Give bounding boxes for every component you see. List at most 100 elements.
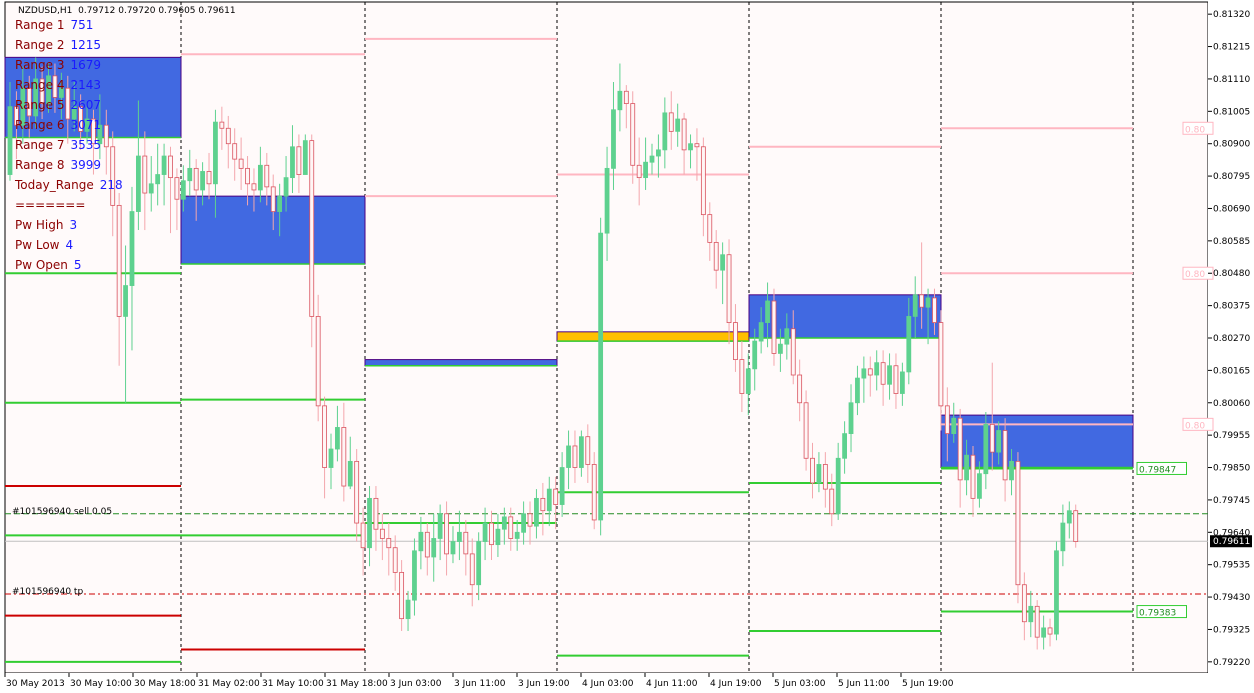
- info-label: Range 7: [15, 138, 65, 152]
- info-row-range-6: Range 6 3071: [15, 115, 123, 135]
- y-tick-label: 0.79850: [1213, 464, 1250, 474]
- candle-body: [598, 232, 604, 521]
- y-tick-label: 0.80270: [1213, 334, 1250, 344]
- candle-body: [392, 547, 398, 573]
- candle-body: [135, 155, 141, 212]
- x-tick-label: 31 May 18:00: [326, 679, 388, 689]
- candle: [598, 217, 604, 536]
- candle-body: [977, 473, 982, 499]
- candle-body: [700, 146, 706, 216]
- candle-body: [867, 368, 873, 376]
- candle-body: [187, 167, 193, 182]
- candle-body: [264, 164, 270, 188]
- x-tick-label: 30 May 2013: [6, 679, 65, 689]
- x-tick-label: 4 Jun 11:00: [646, 679, 698, 689]
- info-label: Range 3: [15, 58, 65, 72]
- candle-body: [893, 365, 899, 394]
- candle-body: [270, 186, 276, 212]
- candle-body: [835, 457, 841, 515]
- candle-body: [534, 497, 539, 527]
- candle-body: [989, 423, 995, 453]
- candle-body: [1021, 584, 1027, 623]
- info-label: Range 6: [15, 118, 65, 132]
- candle-body: [431, 538, 437, 558]
- candle-body: [707, 214, 713, 243]
- price-tag-text: 0.80: [1185, 421, 1205, 431]
- candle-body: [546, 488, 552, 512]
- candle-body: [932, 297, 937, 323]
- candle-body: [245, 167, 250, 185]
- info-label: Range 5: [15, 98, 65, 112]
- candle-body: [758, 322, 764, 342]
- candle-body: [822, 464, 828, 490]
- candle-body: [688, 143, 693, 151]
- candle-body: [784, 328, 790, 345]
- candle-body: [1015, 460, 1021, 586]
- info-value: 1215: [70, 38, 102, 52]
- x-tick-label: 3 Jun 11:00: [454, 679, 506, 689]
- take-profit-label[interactable]: #101596940 tp: [12, 587, 83, 597]
- candle-body: [964, 454, 969, 481]
- candle-body: [1060, 522, 1066, 552]
- x-tick-label: 5 Jun 03:00: [774, 679, 826, 689]
- info-label: Range 8: [15, 158, 65, 172]
- candle-body: [1066, 510, 1072, 524]
- candle-body: [489, 522, 494, 546]
- candle-body: [1002, 430, 1008, 481]
- info-value: 3999: [70, 158, 102, 172]
- info-value: 4: [65, 238, 74, 252]
- candle-body: [508, 516, 514, 539]
- info-value: 2607: [70, 98, 102, 112]
- candle-body: [168, 155, 173, 179]
- info-value: 5: [73, 258, 82, 272]
- candle-body: [829, 488, 835, 515]
- candle-body: [1047, 627, 1053, 635]
- candle-body: [861, 368, 867, 379]
- mt4-chart-window[interactable]: 0.80 0.80 0.80 0.79847 0.79383 0.81320 0.81215…: [0, 0, 1254, 693]
- candle-body: [463, 531, 469, 555]
- candle-body: [733, 322, 738, 360]
- sell-order-label[interactable]: #101596940 sell 0.05: [12, 507, 112, 517]
- candle: [309, 134, 315, 348]
- candle-body: [694, 143, 700, 148]
- candle-body: [874, 362, 880, 376]
- zone-box: [364, 359, 558, 367]
- candle-body: [347, 460, 353, 487]
- candle-body: [919, 294, 925, 308]
- y-tick-label: 0.79535: [1213, 561, 1250, 571]
- info-row-pw-low: Pw Low 4: [15, 235, 123, 255]
- candle: [803, 390, 809, 471]
- price-tag-text: 0.79847: [1139, 465, 1176, 475]
- price-chart[interactable]: 0.80 0.80 0.80 0.79847 0.79383 0.81320 0.81215…: [0, 0, 1254, 693]
- candle-body: [257, 164, 263, 191]
- candle-body: [495, 528, 501, 546]
- candle-body: [213, 121, 218, 185]
- candle-body: [726, 254, 732, 323]
- y-tick-label: 0.80060: [1213, 399, 1250, 409]
- candle-body: [148, 183, 154, 194]
- info-value: 3071: [70, 118, 102, 132]
- candle-body: [617, 90, 623, 111]
- candle-body: [630, 103, 636, 166]
- candle-body: [790, 328, 796, 376]
- candle-body: [675, 118, 681, 132]
- candle-body: [899, 371, 905, 394]
- candle-body: [206, 171, 212, 185]
- candle-body: [636, 164, 642, 179]
- candle-body: [379, 528, 385, 539]
- candle-body: [1041, 627, 1047, 638]
- candle-body: [848, 402, 854, 435]
- y-tick-label: 0.79430: [1213, 593, 1250, 603]
- candle-body: [386, 538, 392, 549]
- info-row-separator: =======: [15, 195, 123, 215]
- info-label: Range 4: [15, 78, 65, 92]
- candle-body: [296, 146, 302, 175]
- candle-body: [290, 146, 295, 179]
- info-row-range-5: Range 5 2607: [15, 95, 123, 115]
- candle-body: [572, 445, 578, 468]
- candle: [1015, 452, 1021, 604]
- candle-body: [803, 402, 809, 459]
- candle-body: [1009, 460, 1014, 481]
- candle-body: [424, 531, 430, 558]
- info-value: 751: [70, 18, 94, 32]
